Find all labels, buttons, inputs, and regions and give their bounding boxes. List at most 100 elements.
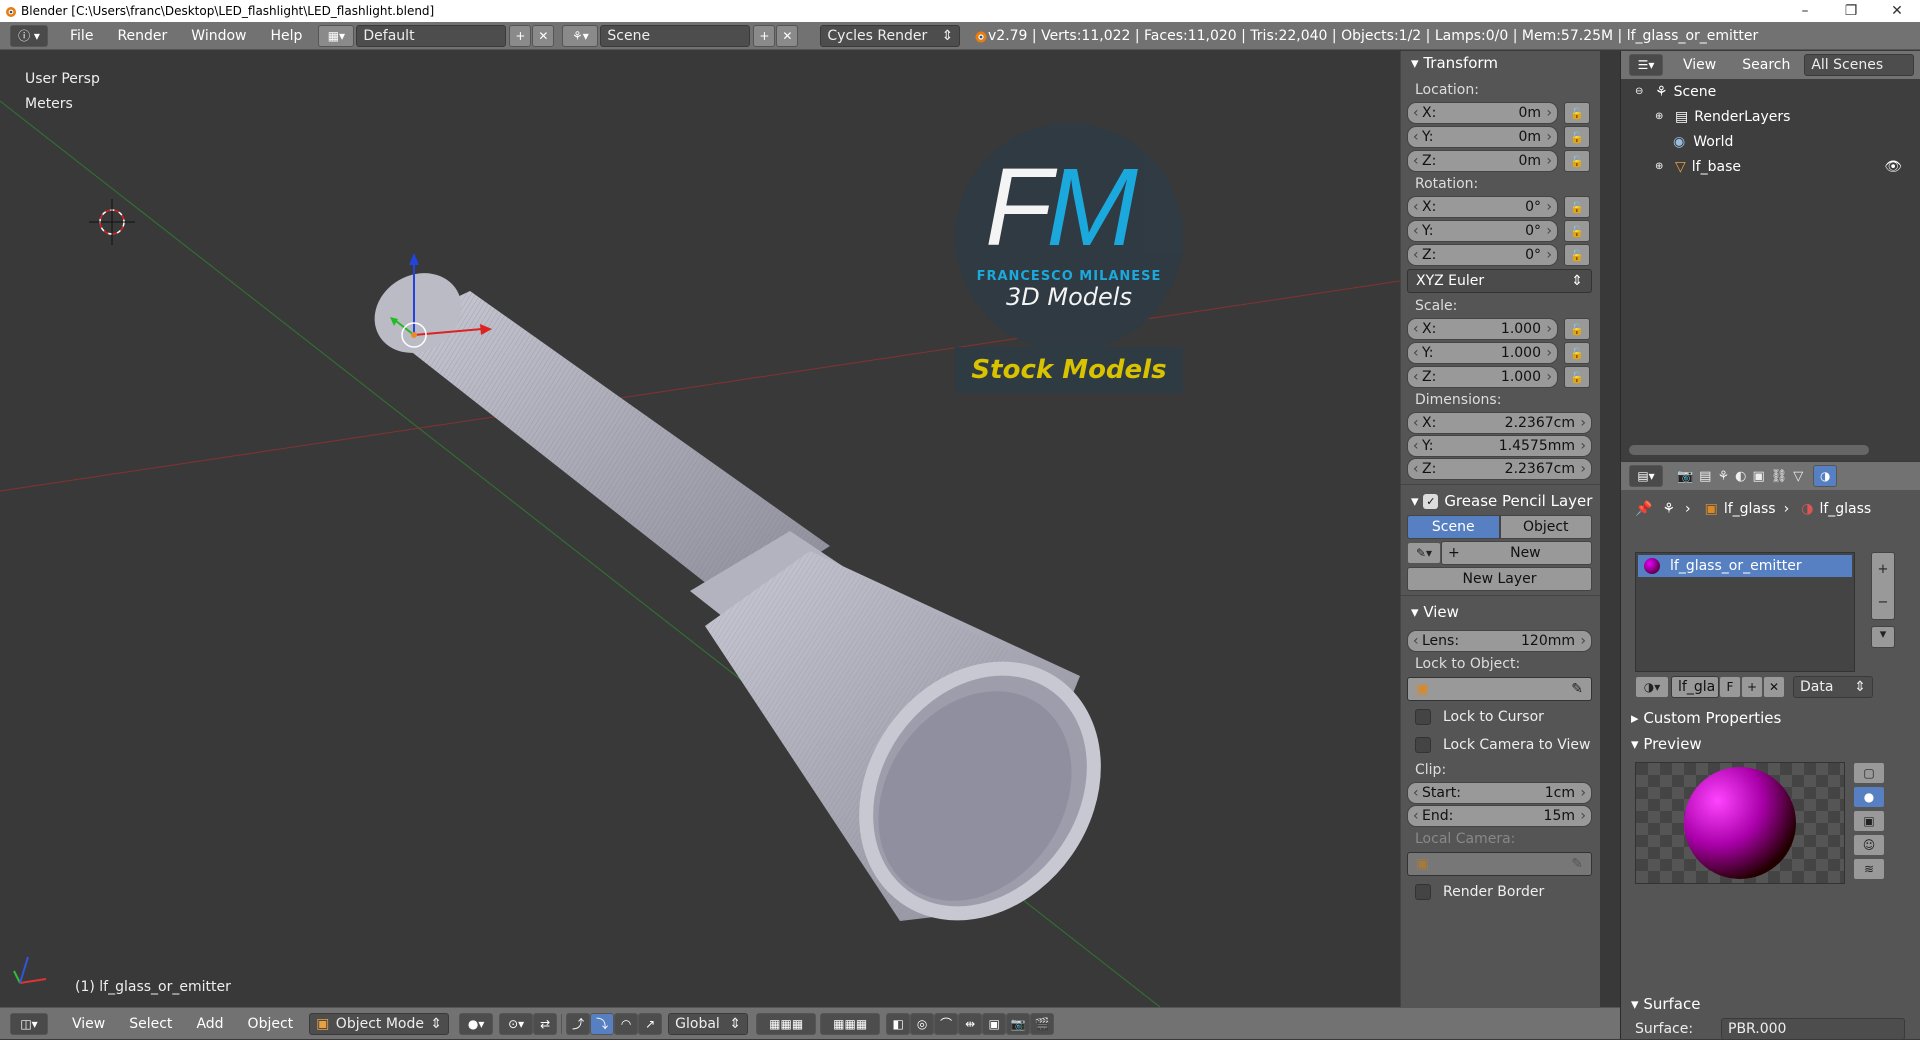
location-z-field[interactable]: Z: 0m (1407, 150, 1558, 172)
rotate-icon[interactable]: ⤵ (590, 1012, 615, 1035)
unlink-material-icon[interactable]: ✕ (1763, 676, 1785, 698)
pivot-icon[interactable]: ⊙▾ (499, 1012, 534, 1035)
outliner-item-scene[interactable]: ⊖ ⚘ Scene (1621, 79, 1920, 104)
outliner-item-renderlayers[interactable]: ⊕ ▤ RenderLayers (1621, 104, 1920, 129)
close-button[interactable]: ✕ (1874, 0, 1920, 22)
maximize-button[interactable]: ❐ (1828, 0, 1874, 22)
render-border-checkbox[interactable]: Render Border (1401, 878, 1600, 906)
material-slot-list[interactable]: lf_glass_or_emitter (1635, 552, 1855, 672)
pencil-icon[interactable]: ✎▾ (1407, 542, 1441, 564)
proportional-edit-icon[interactable]: ◎ (910, 1012, 935, 1035)
grease-scene-tab[interactable]: Scene (1407, 515, 1500, 539)
rotation-z-field[interactable]: Z: 0° (1407, 244, 1558, 266)
scale-y-field[interactable]: Y: 1.000 (1407, 342, 1558, 364)
outliner-item-lf-base[interactable]: ⊕ ▽ lf_base 👁 (1621, 154, 1920, 179)
lock-icon[interactable]: 🔓 (1564, 150, 1590, 172)
lock-to-cursor-checkbox[interactable]: Lock to Cursor (1401, 703, 1600, 731)
translate-icon[interactable]: ⤴ (566, 1012, 591, 1035)
arrow-icon[interactable]: ↗ (638, 1012, 663, 1035)
lock-icon[interactable]: 🔓 (1564, 366, 1590, 388)
lock-icon[interactable]: 🔓 (1564, 342, 1590, 364)
context-tabs-icon[interactable]: 📷▤⚘◐▣⛓▽ (1677, 469, 1809, 484)
menu-object[interactable]: Object (236, 1016, 306, 1032)
layers-grid-icon[interactable]: ▦▦▦ (820, 1012, 881, 1035)
minus-icon[interactable]: − (1878, 595, 1889, 610)
eyedropper-icon[interactable]: ✎ (1571, 681, 1583, 697)
material-slot-item[interactable]: lf_glass_or_emitter (1638, 555, 1852, 577)
outliner-item-world[interactable]: ◉ World (1621, 129, 1920, 154)
custom-properties-header[interactable]: ▸ Custom Properties (1621, 706, 1781, 730)
menu-help[interactable]: Help (258, 28, 314, 44)
collapse-icon[interactable]: ⊖ (1635, 86, 1649, 97)
minimize-button[interactable]: – (1782, 0, 1828, 22)
location-y-field[interactable]: Y: 0m (1407, 126, 1558, 148)
preview-monkey-icon[interactable]: ☺ (1853, 834, 1885, 856)
add-material-icon[interactable]: + (1741, 676, 1763, 698)
preview-hair-icon[interactable]: ≋ (1853, 858, 1885, 880)
3d-viewport[interactable]: User Persp Meters FM FRANCESCO MILANESE … (0, 51, 1400, 1007)
lock-icon[interactable]: 🔓 (1564, 102, 1590, 124)
menu-select[interactable]: Select (117, 1016, 184, 1032)
lock-icon[interactable]: 🔓 (1564, 196, 1590, 218)
remove-layout-icon[interactable]: ✕ (532, 24, 555, 47)
lock-icon[interactable]: 🔓 (1564, 126, 1590, 148)
menu-render[interactable]: Render (105, 28, 179, 44)
clip-end-field[interactable]: End: 15m (1407, 805, 1592, 827)
rotation-y-field[interactable]: Y: 0° (1407, 220, 1558, 242)
outliner-editor-icon[interactable]: ☰▾ (1629, 54, 1663, 76)
snap-element-icon[interactable]: ⇹ (958, 1012, 983, 1035)
scene-field[interactable]: Scene (600, 24, 751, 47)
surface-shader-select[interactable]: PBR.000 (1721, 1018, 1905, 1040)
fake-user-button[interactable]: F (1719, 676, 1741, 698)
dimensions-z-field[interactable]: Z: 2.2367cm (1407, 458, 1592, 480)
render-engine-select[interactable]: Cycles Render ⇕ (820, 24, 961, 47)
lock-icon[interactable]: 🔓 (1564, 220, 1590, 242)
add-scene-icon[interactable]: + (753, 24, 776, 47)
scale-icon[interactable]: ◠ (614, 1012, 639, 1035)
grease-object-tab[interactable]: Object (1499, 515, 1592, 539)
outliner-scrollbar[interactable] (1629, 445, 1869, 455)
3d-cursor-icon[interactable] (89, 199, 135, 245)
location-x-field[interactable]: X: 0m (1407, 102, 1558, 124)
menu-file[interactable]: File (58, 28, 105, 44)
scale-x-field[interactable]: X: 1.000 (1407, 318, 1558, 340)
transform-panel-header[interactable]: ▾ Transform (1401, 51, 1600, 75)
preview-header[interactable]: ▾ Preview (1621, 732, 1702, 756)
preview-sphere-icon[interactable]: ● (1853, 786, 1885, 808)
grease-new-button[interactable]: + New (1441, 541, 1592, 565)
rotation-mode-select[interactable]: XYZ Euler ⇕ (1407, 269, 1592, 293)
material-browse-icon[interactable]: ◑▾ (1635, 676, 1669, 698)
menu-view[interactable]: View (60, 1016, 117, 1032)
outliner-view-menu[interactable]: View (1683, 57, 1716, 73)
material-tab-icon[interactable]: ◑ (1813, 465, 1838, 487)
rotation-x-field[interactable]: X: 0° (1407, 196, 1558, 218)
clip-start-field[interactable]: Start: 1cm (1407, 782, 1592, 804)
material-name-field[interactable]: lf_gla (1671, 676, 1719, 698)
lock-camera-checkbox[interactable]: Lock Camera to View (1401, 731, 1600, 759)
snap-icon[interactable]: ⌒ (934, 1012, 959, 1035)
render-icon[interactable]: 📷 (1006, 1012, 1031, 1035)
snap-target-icon[interactable]: ▣ (982, 1012, 1007, 1035)
local-camera-field[interactable]: ▣ ✎ (1407, 852, 1592, 876)
lock-icon[interactable]: 🔓 (1564, 318, 1590, 340)
mode-select[interactable]: ▣ Object Mode ⇕ (309, 1012, 450, 1035)
visibility-eye-icon[interactable]: 👁 (1884, 159, 1910, 175)
lens-field[interactable]: Lens: 120mm (1407, 630, 1592, 652)
layers-grid-icon[interactable]: ▦▦▦ (756, 1012, 817, 1035)
pin-icon[interactable]: 📌 (1635, 501, 1652, 517)
screen-layout-field[interactable]: Default (356, 24, 507, 47)
menu-add[interactable]: Add (184, 1016, 235, 1032)
preview-plane-icon[interactable]: ▢ (1853, 762, 1885, 784)
lock-object-field[interactable]: ▣ ✎ (1407, 677, 1592, 701)
outliner-search-menu[interactable]: Search (1742, 57, 1790, 73)
surface-header[interactable]: ▾ Surface (1621, 992, 1700, 1016)
lock-icon[interactable]: 🔓 (1564, 244, 1590, 266)
scale-z-field[interactable]: Z: 1.000 (1407, 366, 1558, 388)
menu-window[interactable]: Window (179, 28, 258, 44)
preview-cube-icon[interactable]: ▣ (1853, 810, 1885, 832)
remove-scene-icon[interactable]: ✕ (776, 24, 799, 47)
viewport-editor-icon[interactable]: ◫▾ (10, 1012, 48, 1035)
slot-menu-icon[interactable]: ▾ (1871, 626, 1895, 648)
layer-lock-icon[interactable]: ◧ (886, 1012, 911, 1035)
link-select[interactable]: Data ⇕ (1793, 676, 1873, 698)
